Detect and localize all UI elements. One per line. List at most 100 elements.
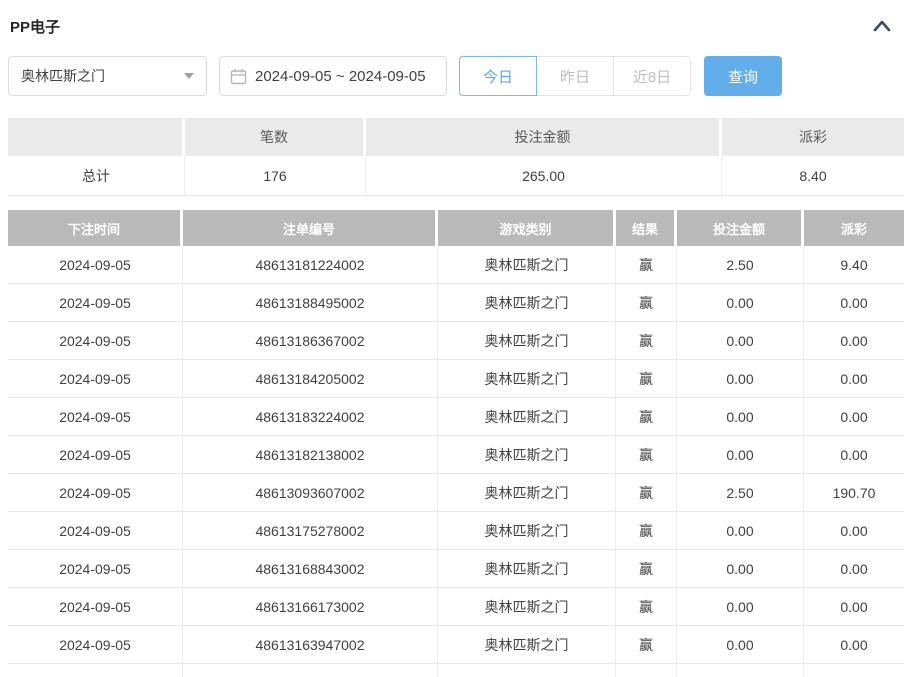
pp-electronics-panel: PP电子 奥林匹斯之门 2024-09-05 ~ 2	[0, 0, 912, 677]
game-category-cell: 奥林匹斯之门	[438, 322, 616, 360]
result-cell: 赢	[616, 512, 677, 550]
payout-cell: 0.00	[804, 284, 904, 322]
payout-cell: 0.00	[804, 398, 904, 436]
result-cell: 赢	[616, 360, 677, 398]
summary-header-row: 笔数 投注金额 派彩	[8, 118, 904, 156]
chevron-up-icon	[872, 19, 892, 33]
result-cell	[616, 664, 677, 677]
table-row: 2024-09-0548613182138002奥林匹斯之门赢0.000.00	[8, 436, 904, 474]
payout-cell: 0.00	[804, 626, 904, 664]
header-bet-time: 下注时间	[8, 210, 183, 246]
game-category-cell: 奥林匹斯之门	[438, 246, 616, 284]
header-payout: 派彩	[804, 210, 904, 246]
table-row	[8, 664, 904, 677]
result-cell: 赢	[616, 626, 677, 664]
page-title: PP电子	[10, 16, 60, 37]
result-cell: 赢	[616, 284, 677, 322]
summary-total-bet-amount: 265.00	[366, 156, 722, 196]
payout-cell: 0.00	[804, 436, 904, 474]
game-category-cell: 奥林匹斯之门	[438, 512, 616, 550]
table-row: 2024-09-0548613188495002奥林匹斯之门赢0.000.00	[8, 284, 904, 322]
bet-time-cell: 2024-09-05	[8, 436, 183, 474]
yesterday-button[interactable]: 昨日	[536, 56, 614, 96]
game-category-cell: 奥林匹斯之门	[438, 474, 616, 512]
bet-amount-cell: 2.50	[677, 474, 804, 512]
caret-down-icon	[184, 73, 194, 79]
table-row: 2024-09-0548613183224002奥林匹斯之门赢0.000.00	[8, 398, 904, 436]
result-cell: 赢	[616, 246, 677, 284]
order-number-cell: 48613093607002	[183, 474, 438, 512]
bet-time-cell	[8, 664, 183, 677]
game-category-cell: 奥林匹斯之门	[438, 436, 616, 474]
table-row: 2024-09-0548613168843002奥林匹斯之门赢0.000.00	[8, 550, 904, 588]
bet-amount-cell: 2.50	[677, 246, 804, 284]
bet-amount-cell: 0.00	[677, 436, 804, 474]
collapse-button[interactable]	[868, 12, 896, 40]
bet-time-cell: 2024-09-05	[8, 246, 183, 284]
payout-cell: 0.00	[804, 322, 904, 360]
quick-date-button-group: 今日 昨日 近8日	[459, 56, 691, 96]
game-category-cell: 奥林匹斯之门	[438, 588, 616, 626]
result-cell: 赢	[616, 474, 677, 512]
result-cell: 赢	[616, 436, 677, 474]
calendar-icon	[230, 68, 247, 85]
game-category-cell: 奥林匹斯之门	[438, 284, 616, 322]
header-game-category: 游戏类别	[438, 210, 616, 246]
bet-time-cell: 2024-09-05	[8, 512, 183, 550]
game-select-value: 奥林匹斯之门	[21, 66, 105, 86]
game-select[interactable]: 奥林匹斯之门	[8, 56, 207, 96]
bet-time-cell: 2024-09-05	[8, 284, 183, 322]
table-row: 2024-09-0548613186367002奥林匹斯之门赢0.000.00	[8, 322, 904, 360]
bet-amount-cell: 0.00	[677, 512, 804, 550]
date-range-input[interactable]: 2024-09-05 ~ 2024-09-05	[219, 56, 447, 96]
order-number-cell: 48613181224002	[183, 246, 438, 284]
bet-time-cell: 2024-09-05	[8, 588, 183, 626]
summary-total-row: 总计 176 265.00 8.40	[8, 156, 904, 196]
query-button[interactable]: 查询	[704, 56, 782, 96]
order-number-cell: 48613182138002	[183, 436, 438, 474]
bet-time-cell: 2024-09-05	[8, 398, 183, 436]
date-range-value: 2024-09-05 ~ 2024-09-05	[255, 68, 426, 85]
bet-time-cell: 2024-09-05	[8, 474, 183, 512]
last-8-days-button[interactable]: 近8日	[613, 56, 691, 96]
result-cell: 赢	[616, 398, 677, 436]
header-bet-amount: 投注金额	[677, 210, 804, 246]
result-cell: 赢	[616, 322, 677, 360]
bet-amount-cell: 0.00	[677, 626, 804, 664]
game-category-cell: 奥林匹斯之门	[438, 550, 616, 588]
summary-table: 笔数 投注金额 派彩 总计 176 265.00 8.40	[8, 118, 904, 196]
payout-cell: 190.70	[804, 474, 904, 512]
bet-amount-cell: 0.00	[677, 284, 804, 322]
summary-total-payout: 8.40	[722, 156, 904, 196]
game-category-cell: 奥林匹斯之门	[438, 398, 616, 436]
game-category-cell: 奥林匹斯之门	[438, 626, 616, 664]
payout-cell: 0.00	[804, 360, 904, 398]
bet-time-cell: 2024-09-05	[8, 360, 183, 398]
summary-total-label: 总计	[8, 156, 185, 196]
table-row: 2024-09-0548613163947002奥林匹斯之门赢0.000.00	[8, 626, 904, 664]
order-number-cell: 48613188495002	[183, 284, 438, 322]
order-number-cell: 48613168843002	[183, 550, 438, 588]
order-number-cell: 48613166173002	[183, 588, 438, 626]
result-cell: 赢	[616, 588, 677, 626]
game-category-cell: 奥林匹斯之门	[438, 360, 616, 398]
records-header-row: 下注时间 注单编号 游戏类别 结果 投注金额 派彩	[8, 210, 904, 246]
bet-time-cell: 2024-09-05	[8, 322, 183, 360]
table-row: 2024-09-0548613181224002奥林匹斯之门赢2.509.40	[8, 246, 904, 284]
bet-records-table: 下注时间 注单编号 游戏类别 结果 投注金额 派彩 2024-09-054861…	[8, 210, 904, 677]
bet-amount-cell	[677, 664, 804, 677]
summary-header-payout: 派彩	[722, 118, 904, 156]
summary-header-count: 笔数	[185, 118, 366, 156]
payout-cell: 9.40	[804, 246, 904, 284]
payout-cell	[804, 664, 904, 677]
payout-cell: 0.00	[804, 588, 904, 626]
header-result: 结果	[616, 210, 677, 246]
today-button[interactable]: 今日	[459, 56, 537, 96]
bet-amount-cell: 0.00	[677, 360, 804, 398]
payout-cell: 0.00	[804, 512, 904, 550]
payout-cell: 0.00	[804, 550, 904, 588]
bet-amount-cell: 0.00	[677, 588, 804, 626]
order-number-cell: 48613175278002	[183, 512, 438, 550]
summary-total-count: 176	[185, 156, 366, 196]
bet-amount-cell: 0.00	[677, 398, 804, 436]
